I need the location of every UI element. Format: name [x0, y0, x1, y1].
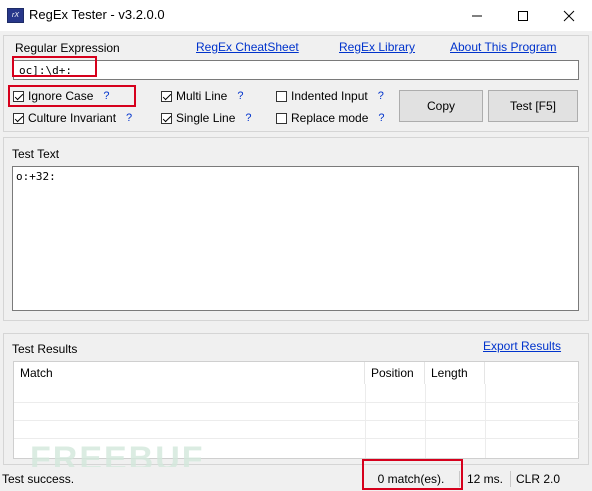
replace-mode-help[interactable]: ? [378, 112, 384, 124]
multi-line-help[interactable]: ? [237, 90, 243, 102]
table-row-divider [14, 402, 579, 403]
culture-invariant-checkbox[interactable]: Culture Invariant ? [13, 111, 132, 125]
checkbox-icon [161, 112, 172, 124]
checkbox-icon [13, 112, 24, 124]
about-link[interactable]: About This Program [450, 40, 557, 54]
test-text-label: Test Text [12, 147, 60, 161]
checkbox-icon [276, 112, 287, 124]
status-message: Test success. [2, 472, 75, 486]
minimize-button[interactable] [454, 0, 500, 31]
clr-version: CLR 2.0 [515, 472, 561, 486]
column-header-length[interactable]: Length [425, 362, 485, 384]
regex-highlight-box [12, 56, 97, 77]
maximize-icon [518, 10, 528, 21]
multi-line-label: Multi Line [176, 89, 228, 103]
test-text-area[interactable]: o:+32: [12, 166, 579, 311]
replace-mode-checkbox[interactable]: Replace mode ? [276, 111, 385, 125]
status-bar: Test success. 0 match(es). 12 ms. CLR 2.… [0, 467, 592, 491]
culture-invariant-label: Culture Invariant [28, 111, 117, 125]
checkbox-icon [161, 90, 172, 102]
cheatsheet-link[interactable]: RegEx CheatSheet [196, 40, 299, 54]
replace-mode-label: Replace mode [291, 111, 369, 125]
checkbox-icon [276, 90, 287, 102]
column-divider [365, 384, 366, 458]
test-button[interactable]: Test [F5] [488, 90, 578, 122]
regex-label: Regular Expression [15, 41, 120, 55]
single-line-help[interactable]: ? [245, 112, 251, 124]
close-button[interactable] [546, 0, 592, 31]
indented-input-label: Indented Input [291, 89, 368, 103]
test-text-value: o:+32: [16, 170, 56, 183]
regex-library-link[interactable]: RegEx Library [339, 40, 415, 54]
title-bar: rX RegEx Tester - v3.2.0.0 [0, 0, 592, 31]
single-line-label: Single Line [176, 111, 236, 125]
column-header-position[interactable]: Position [365, 362, 425, 384]
column-divider [425, 384, 426, 458]
column-header-match[interactable]: Match [14, 362, 365, 384]
elapsed-time: 12 ms. [466, 472, 503, 486]
indented-input-help[interactable]: ? [378, 90, 384, 102]
close-icon [563, 10, 575, 21]
indented-input-checkbox[interactable]: Indented Input ? [276, 89, 384, 103]
culture-invariant-help[interactable]: ? [126, 112, 132, 124]
match-count-highlight-box [362, 459, 463, 490]
export-results-link[interactable]: Export Results [483, 339, 561, 353]
column-divider [485, 384, 486, 458]
table-row-divider [14, 438, 579, 439]
single-line-checkbox[interactable]: Single Line ? [161, 111, 252, 125]
test-results-label: Test Results [12, 342, 78, 356]
table-row-divider [14, 420, 579, 421]
multi-line-checkbox[interactable]: Multi Line ? [161, 89, 243, 103]
app-icon: rX [7, 8, 24, 23]
copy-button[interactable]: Copy [399, 90, 483, 122]
maximize-button[interactable] [500, 0, 546, 31]
window-title: RegEx Tester - v3.2.0.0 [29, 7, 165, 22]
ignore-case-highlight-box [8, 85, 136, 107]
minimize-icon [472, 15, 482, 16]
regex-input[interactable]: oc]:\d+: [13, 60, 579, 80]
